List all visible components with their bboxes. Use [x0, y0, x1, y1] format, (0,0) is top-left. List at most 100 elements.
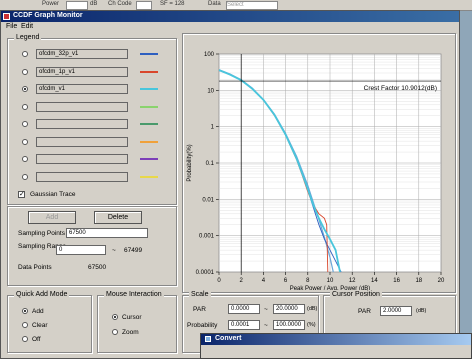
menu-bar: File Edit: [1, 22, 459, 32]
legend-name-field-7[interactable]: [36, 154, 128, 164]
window-title: CCDF Graph Monitor: [13, 12, 83, 19]
mouse-radio-zoom[interactable]: [112, 329, 118, 335]
cursor-par-label: PAR: [358, 308, 371, 315]
quick-add-radio-add[interactable]: [22, 308, 28, 314]
legend-color-swatch-2: [140, 70, 158, 73]
x-tick-label: 10: [327, 278, 334, 284]
legend-name-field-4[interactable]: [36, 101, 128, 112]
cursor-par-input[interactable]: 2.0000: [380, 306, 412, 316]
legend-color-swatch-5: [140, 123, 158, 125]
ccdf-chart[interactable]: 0.0001 0.001 0.01 0.1 1 10 100 0 2 4 6 8 10 12 14 16 18 2…: [183, 34, 453, 292]
bg-db-label: dB: [90, 1, 98, 7]
sampling-points-label: Sampling Points: [18, 230, 65, 237]
legend-color-swatch-6: [140, 140, 158, 143]
convert-title: Convert: [215, 335, 242, 342]
quick-add-option-clear: Clear: [32, 322, 48, 329]
scale-label: Scale: [189, 291, 211, 298]
y-tick-label: 0.01: [202, 197, 214, 203]
menu-edit[interactable]: Edit: [21, 23, 33, 30]
mouse-interaction-group: Mouse Interaction Cursor Zoom: [97, 291, 177, 353]
sampling-range-dash: ~: [112, 247, 116, 254]
trace-controls-group: Add Delete Sampling Points 67500 Samplin…: [7, 206, 177, 286]
app-icon: [3, 13, 10, 20]
quick-add-mode-group: Quick Add Mode Add Clear Off: [7, 291, 92, 353]
scale-prob-to-input[interactable]: 100.0000: [273, 320, 305, 330]
y-axis-label: Probability(%): [187, 144, 193, 181]
sampling-range-from-input[interactable]: 0: [56, 245, 106, 255]
scale-par-label: PAR: [193, 306, 206, 313]
bg-chcode-field[interactable]: [136, 1, 152, 10]
y-tick-label: 0.1: [206, 161, 215, 167]
ccdf-plot-panel: 0.0001 0.001 0.01 0.1 1 10 100 0 2 4 6 8 10 12 14 16 18 2…: [182, 33, 456, 293]
x-tick-label: 14: [371, 278, 378, 284]
scale-par-dash: ~: [264, 306, 268, 313]
mouse-option-cursor: Cursor: [122, 314, 142, 321]
mouse-interaction-label: Mouse Interaction: [104, 291, 164, 298]
scale-prob-label: Probability: [187, 322, 218, 329]
quick-add-option-off: Off: [32, 336, 41, 343]
data-points-value: 67500: [88, 264, 107, 271]
legend-color-swatch-3: [140, 88, 158, 90]
bg-sf-label: SF = 128: [160, 1, 185, 7]
scale-prob-from-input[interactable]: 0.0001: [228, 320, 260, 330]
scale-prob-dash: ~: [264, 322, 268, 329]
y-tick-label: 100: [204, 52, 215, 58]
convert-app-icon: [205, 336, 211, 342]
legend-radio-7[interactable]: [22, 156, 28, 162]
legend-name-field-8[interactable]: [36, 171, 128, 182]
legend-group-label: Legend: [14, 34, 42, 41]
cursor-par-unit: (dB): [416, 308, 427, 314]
scale-par-unit: (dB): [307, 306, 318, 312]
legend-group: Legend ofcdm_32p_v1 ofcdm_1p_v1 ofcdm_v1 ✓…: [7, 34, 177, 205]
legend-radio-2[interactable]: [22, 68, 28, 75]
legend-radio-6[interactable]: [22, 138, 28, 145]
title-bar: CCDF Graph Monitor: [1, 11, 459, 22]
y-tick-label: 0.001: [199, 234, 215, 240]
legend-name-field-5[interactable]: [36, 119, 128, 129]
bg-data-select[interactable]: Select: [226, 1, 278, 10]
mouse-option-zoom: Zoom: [122, 329, 139, 336]
add-trace-button[interactable]: Add: [28, 211, 76, 224]
quick-add-radio-clear[interactable]: [22, 322, 28, 328]
mouse-radio-cursor[interactable]: [112, 314, 118, 320]
quick-add-radio-off[interactable]: [22, 336, 28, 342]
legend-radio-5[interactable]: [22, 121, 28, 127]
legend-color-swatch-4: [140, 105, 158, 108]
legend-radio-8[interactable]: [22, 173, 28, 180]
cursor-position-label: Cursor Position: [330, 291, 382, 298]
legend-name-field-6[interactable]: [36, 136, 128, 147]
bg-chcode-label: Ch Code: [108, 1, 132, 7]
menu-file[interactable]: File: [6, 23, 17, 30]
sampling-points-input[interactable]: 67500: [66, 228, 148, 238]
convert-dialog: Convert: [200, 333, 472, 359]
legend-color-swatch-7: [140, 158, 158, 160]
scale-par-from-input[interactable]: 0.0000: [228, 304, 260, 314]
legend-radio-3[interactable]: [22, 86, 28, 92]
y-tick-label: 1: [211, 125, 215, 131]
delete-trace-button[interactable]: Delete: [94, 211, 142, 224]
scale-prob-unit: (%): [307, 322, 316, 328]
scale-par-to-input[interactable]: 20.0000: [273, 304, 305, 314]
y-tick-label: 0.0001: [196, 270, 215, 276]
x-tick-label: 20: [438, 278, 445, 284]
data-points-label: Data Points: [18, 264, 52, 271]
legend-color-swatch-1: [140, 53, 158, 55]
x-tick-label: 4: [262, 278, 266, 284]
legend-name-field-3[interactable]: ofcdm_v1: [36, 84, 128, 94]
bg-power-field[interactable]: [66, 1, 88, 10]
gaussian-trace-label: Gaussian Trace: [30, 191, 76, 198]
x-tick-label: 6: [284, 278, 288, 284]
y-tick-label: 10: [207, 88, 214, 94]
legend-name-field-2[interactable]: ofcdm_1p_v1: [36, 66, 128, 77]
bg-data-label: Data: [208, 1, 221, 7]
gaussian-trace-checkbox[interactable]: ✓: [18, 191, 25, 198]
convert-title-bar: Convert: [201, 334, 471, 345]
legend-radio-4[interactable]: [22, 103, 28, 110]
x-tick-label: 0: [217, 278, 221, 284]
quick-add-mode-label: Quick Add Mode: [14, 291, 70, 298]
bg-power-label: Power: [42, 1, 60, 7]
legend-radio-1[interactable]: [22, 51, 28, 57]
legend-name-field-1[interactable]: ofcdm_32p_v1: [36, 49, 128, 59]
quick-add-option-add: Add: [32, 308, 44, 315]
ccdf-graph-monitor-window: CCDF Graph Monitor File Edit Legend ofcd…: [0, 10, 460, 359]
